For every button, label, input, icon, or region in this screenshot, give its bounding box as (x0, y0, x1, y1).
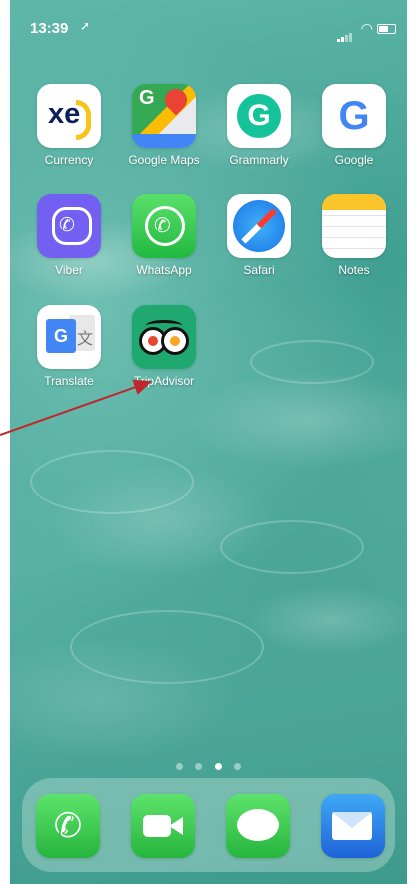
annotation-arrow (0, 379, 152, 436)
